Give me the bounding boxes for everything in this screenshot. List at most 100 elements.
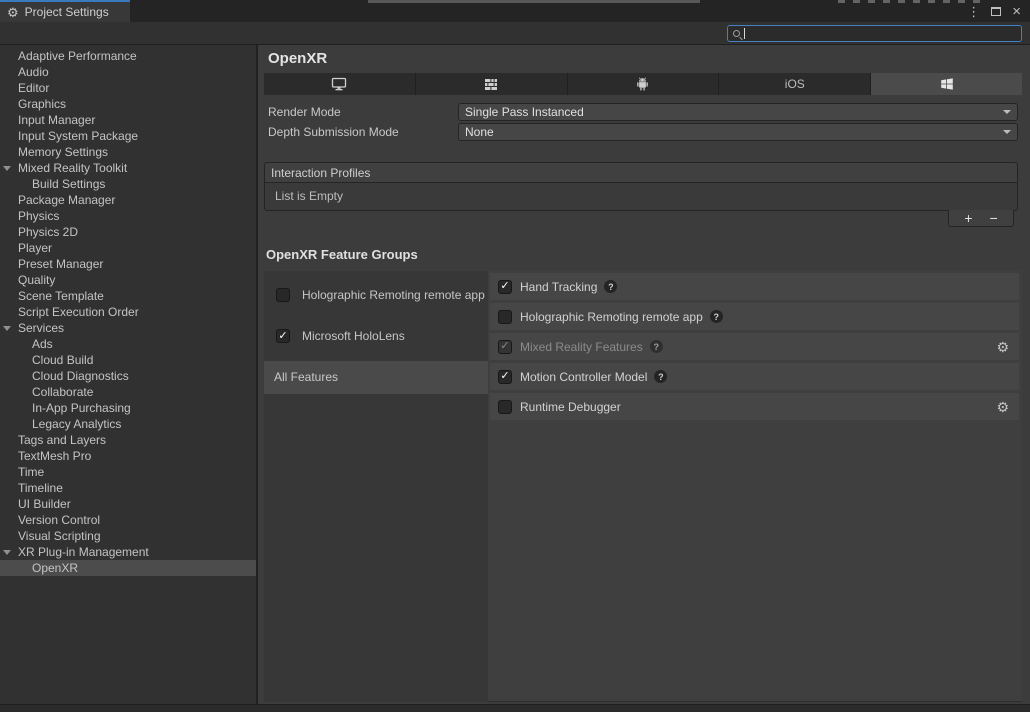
- remove-profile-button[interactable]: −: [990, 211, 998, 225]
- android-icon: [636, 77, 649, 91]
- feature-label: Holographic Remoting remote app: [520, 310, 703, 324]
- help-icon[interactable]: ?: [650, 340, 663, 353]
- interaction-profiles-empty-text: List is Empty: [265, 183, 1017, 210]
- sidebar-item-physics-2d[interactable]: Physics 2D: [0, 224, 256, 240]
- sidebar-item-memory-settings[interactable]: Memory Settings: [0, 144, 256, 160]
- help-icon[interactable]: ?: [654, 370, 667, 383]
- checkbox[interactable]: [498, 310, 512, 324]
- feature-label: Runtime Debugger: [520, 400, 621, 414]
- sidebar-item-label: Visual Scripting: [18, 529, 101, 543]
- platform-tab-windows[interactable]: [871, 73, 1022, 95]
- add-profile-button[interactable]: +: [964, 211, 972, 225]
- setting-label: Depth Submission Mode: [258, 125, 458, 139]
- sidebar-item-label: Script Execution Order: [18, 305, 139, 319]
- sidebar-item-label: Mixed Reality Toolkit: [18, 161, 127, 175]
- foldout-arrow-icon[interactable]: [3, 166, 11, 171]
- sidebar-item-time[interactable]: Time: [0, 464, 256, 480]
- sidebar-item-label: Services: [18, 321, 64, 335]
- sidebar-item-label: Quality: [18, 273, 55, 287]
- sidebar-item-graphics[interactable]: Graphics: [0, 96, 256, 112]
- help-icon[interactable]: ?: [604, 280, 617, 293]
- sidebar-item-physics[interactable]: Physics: [0, 208, 256, 224]
- feature-label: Hand Tracking: [520, 280, 597, 294]
- group-label: Holographic Remoting remote app: [302, 288, 485, 302]
- sidebar-item-label: Package Manager: [18, 193, 115, 207]
- depth-submission-mode-dropdown[interactable]: None: [458, 123, 1018, 141]
- foldout-arrow-icon[interactable]: [3, 550, 11, 555]
- sidebar-item-editor[interactable]: Editor: [0, 80, 256, 96]
- search-caret: [744, 28, 745, 39]
- checkbox[interactable]: ✓: [498, 280, 512, 294]
- sidebar-item-xr-plug-in-management[interactable]: XR Plug-in Management: [0, 544, 256, 560]
- sidebar-item-version-control[interactable]: Version Control: [0, 512, 256, 528]
- sidebar-item-mixed-reality-toolkit[interactable]: Mixed Reality Toolkit: [0, 160, 256, 176]
- sidebar-item-textmesh-pro[interactable]: TextMesh Pro: [0, 448, 256, 464]
- page-title: OpenXR: [268, 50, 1030, 67]
- sidebar-item-preset-manager[interactable]: Preset Manager: [0, 256, 256, 272]
- background-window-text-clip: [838, 0, 988, 3]
- toolbar: [0, 22, 1030, 45]
- checkbox[interactable]: ✓: [498, 370, 512, 384]
- sidebar-item-cloud-build[interactable]: Cloud Build: [0, 352, 256, 368]
- checkbox[interactable]: [498, 400, 512, 414]
- sidebar-item-build-settings[interactable]: Build Settings: [0, 176, 256, 192]
- platform-tab-ios[interactable]: iOS: [719, 73, 871, 95]
- sidebar-item-in-app-purchasing[interactable]: In-App Purchasing: [0, 400, 256, 416]
- sidebar-item-input-system-package[interactable]: Input System Package: [0, 128, 256, 144]
- feature-settings-gear-icon[interactable]: ⚙: [996, 400, 1009, 414]
- sidebar-item-label: Scene Template: [18, 289, 104, 303]
- sidebar-item-visual-scripting[interactable]: Visual Scripting: [0, 528, 256, 544]
- sidebar-item-script-execution-order[interactable]: Script Execution Order: [0, 304, 256, 320]
- maximize-icon[interactable]: [991, 7, 1001, 16]
- dropdown-value: None: [465, 125, 494, 139]
- sidebar-item-collaborate[interactable]: Collaborate: [0, 384, 256, 400]
- checkbox[interactable]: [276, 288, 290, 302]
- title-bar: ⚙ Project Settings ⋮ ×: [0, 0, 1030, 22]
- render-mode-dropdown[interactable]: Single Pass Instanced: [458, 103, 1018, 121]
- sidebar-item-player[interactable]: Player: [0, 240, 256, 256]
- search-icon: [733, 30, 740, 37]
- platform-tab-android[interactable]: [568, 73, 720, 95]
- sidebar-item-cloud-diagnostics[interactable]: Cloud Diagnostics: [0, 368, 256, 384]
- feature-row-holographic-remoting-remote-app: Holographic Remoting remote app?: [490, 303, 1019, 330]
- search-field[interactable]: [727, 25, 1022, 42]
- sidebar-item-ads[interactable]: Ads: [0, 336, 256, 352]
- checkbox[interactable]: ✓: [498, 340, 512, 354]
- tab-title: Project Settings: [25, 5, 109, 19]
- kebab-menu-icon[interactable]: ⋮: [967, 5, 980, 18]
- sidebar-item-timeline[interactable]: Timeline: [0, 480, 256, 496]
- dropdown-value: Single Pass Instanced: [465, 105, 584, 119]
- group-item-holographic-remoting-remote-app: Holographic Remoting remote app: [264, 284, 488, 306]
- sidebar-item-label: Version Control: [18, 513, 100, 527]
- sidebar-item-ui-builder[interactable]: UI Builder: [0, 496, 256, 512]
- sidebar-item-legacy-analytics[interactable]: Legacy Analytics: [0, 416, 256, 432]
- sidebar-item-input-manager[interactable]: Input Manager: [0, 112, 256, 128]
- help-icon[interactable]: ?: [710, 310, 723, 323]
- content-area: Adaptive PerformanceAudioEditorGraphicsI…: [0, 45, 1030, 704]
- sidebar-item-label: Physics 2D: [18, 225, 78, 239]
- sidebar-item-openxr[interactable]: OpenXR: [0, 560, 256, 576]
- all-features-item[interactable]: All Features: [264, 361, 488, 394]
- background-window-edge: [368, 0, 700, 3]
- sidebar-item-adaptive-performance[interactable]: Adaptive Performance: [0, 48, 256, 64]
- sidebar-item-services[interactable]: Services: [0, 320, 256, 336]
- server-icon: [484, 78, 498, 91]
- platform-tab-standalone[interactable]: [264, 73, 416, 95]
- project-settings-tab[interactable]: ⚙ Project Settings: [0, 0, 130, 22]
- close-icon[interactable]: ×: [1012, 4, 1021, 19]
- sidebar-item-package-manager[interactable]: Package Manager: [0, 192, 256, 208]
- search-input[interactable]: [747, 27, 1016, 41]
- sidebar-item-label: Legacy Analytics: [32, 417, 121, 431]
- sidebar-item-label: Timeline: [18, 481, 63, 495]
- checkbox[interactable]: ✓: [276, 329, 290, 343]
- sidebar-item-audio[interactable]: Audio: [0, 64, 256, 80]
- sidebar-item-scene-template[interactable]: Scene Template: [0, 288, 256, 304]
- group-rows: Holographic Remoting remote app✓Microsof…: [264, 284, 488, 347]
- foldout-arrow-icon[interactable]: [3, 326, 11, 331]
- feature-settings-gear-icon[interactable]: ⚙: [996, 340, 1009, 354]
- sidebar-item-quality[interactable]: Quality: [0, 272, 256, 288]
- sidebar-item-tags-and-layers[interactable]: Tags and Layers: [0, 432, 256, 448]
- setting-row-render-mode: Render ModeSingle Pass Instanced: [258, 103, 1030, 121]
- sidebar-item-label: Time: [18, 465, 44, 479]
- platform-tab-dedicated-server[interactable]: [416, 73, 568, 95]
